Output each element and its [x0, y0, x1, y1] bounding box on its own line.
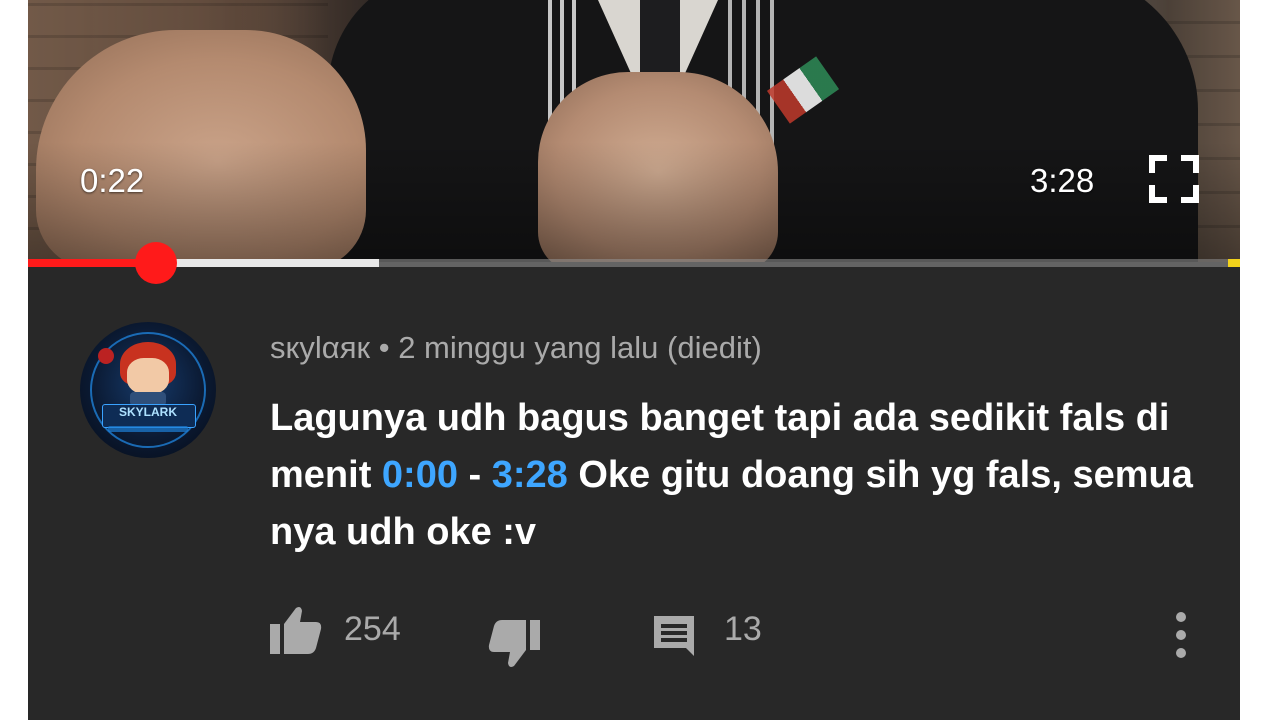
comment-text-dash: - [457, 454, 492, 496]
comment-time: 2 minggu yang lalu (diedit) [398, 330, 762, 365]
video-player[interactable]: 0:22 3:28 [28, 0, 1240, 262]
avatar[interactable]: SKYLARK [80, 322, 216, 458]
progress-bar[interactable] [28, 242, 1240, 284]
avatar-banner-sub [108, 426, 188, 432]
more-vertical-icon[interactable] [1174, 610, 1188, 660]
comment-text: Lagunya udh bagus banget tapi ada sediki… [270, 390, 1210, 561]
reply-count: 13 [724, 610, 762, 648]
avatar-character-face [127, 358, 169, 394]
thumbs-up-icon[interactable] [270, 606, 322, 654]
current-time: 0:22 [80, 162, 145, 199]
video-bottom-shade [28, 142, 1240, 262]
timestamp-link-end[interactable]: 3:28 [492, 454, 568, 496]
comment-meta: sкуlαяк • 2 minggu yang lalu (diedit) [270, 330, 762, 366]
avatar-banner-text: SKYLARK [118, 405, 177, 419]
fullscreen-icon[interactable] [1148, 154, 1200, 204]
timestamp-link-start[interactable]: 0:00 [382, 454, 458, 496]
comment-author[interactable]: sкуlαяк [270, 330, 370, 365]
scrubber-handle[interactable] [135, 242, 178, 284]
meta-separator: • [378, 330, 390, 365]
avatar-badge [98, 348, 114, 364]
comment-icon[interactable] [650, 612, 698, 662]
duration: 3:28 [1030, 162, 1095, 199]
like-count: 254 [344, 610, 401, 648]
progress-end-marker [1228, 259, 1240, 267]
thumbs-down-icon[interactable] [488, 614, 540, 668]
app-frame: 0:22 3:28 SKYLARK sкуlαяк • 2 minggu yan… [28, 0, 1240, 720]
